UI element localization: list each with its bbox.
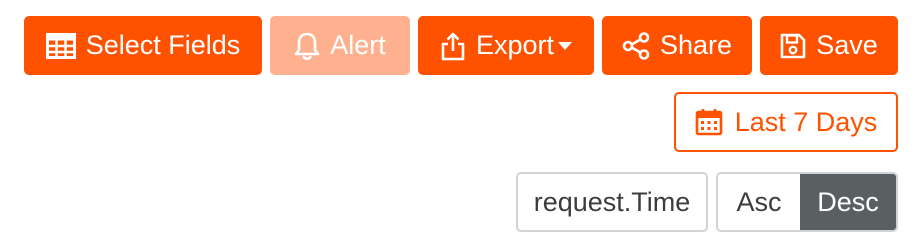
share-icon	[622, 31, 650, 60]
date-range-label: Last 7 Days	[734, 106, 878, 137]
save-button[interactable]: Save	[760, 16, 898, 75]
sort-desc-button[interactable]: Desc	[800, 174, 896, 230]
sort-asc-button[interactable]: Asc	[718, 174, 800, 230]
alert-label: Alert	[330, 30, 386, 60]
bell-icon	[294, 31, 320, 61]
calendar-icon	[695, 108, 723, 136]
save-label: Save	[816, 30, 878, 60]
chevron-down-icon	[558, 41, 573, 50]
share-label: Share	[659, 30, 733, 60]
floppy-disk-icon	[780, 33, 806, 59]
alert-button[interactable]: Alert	[270, 16, 410, 75]
export-label: Export	[475, 30, 555, 60]
date-range-button[interactable]: Last 7 Days	[674, 92, 898, 152]
sort-field-label: request.Time	[533, 186, 691, 217]
sort-order-toggle: Asc Desc	[716, 172, 898, 232]
upload-icon	[440, 31, 466, 61]
share-button[interactable]: Share	[602, 16, 752, 75]
select-fields-label: Select Fields	[85, 30, 241, 60]
sort-asc-label: Asc	[736, 186, 782, 217]
export-button[interactable]: Export	[418, 16, 594, 75]
table-icon	[45, 32, 76, 59]
sort-field-button[interactable]: request.Time	[516, 172, 708, 232]
select-fields-button[interactable]: Select Fields	[24, 16, 262, 75]
sort-desc-label: Desc	[817, 186, 879, 217]
